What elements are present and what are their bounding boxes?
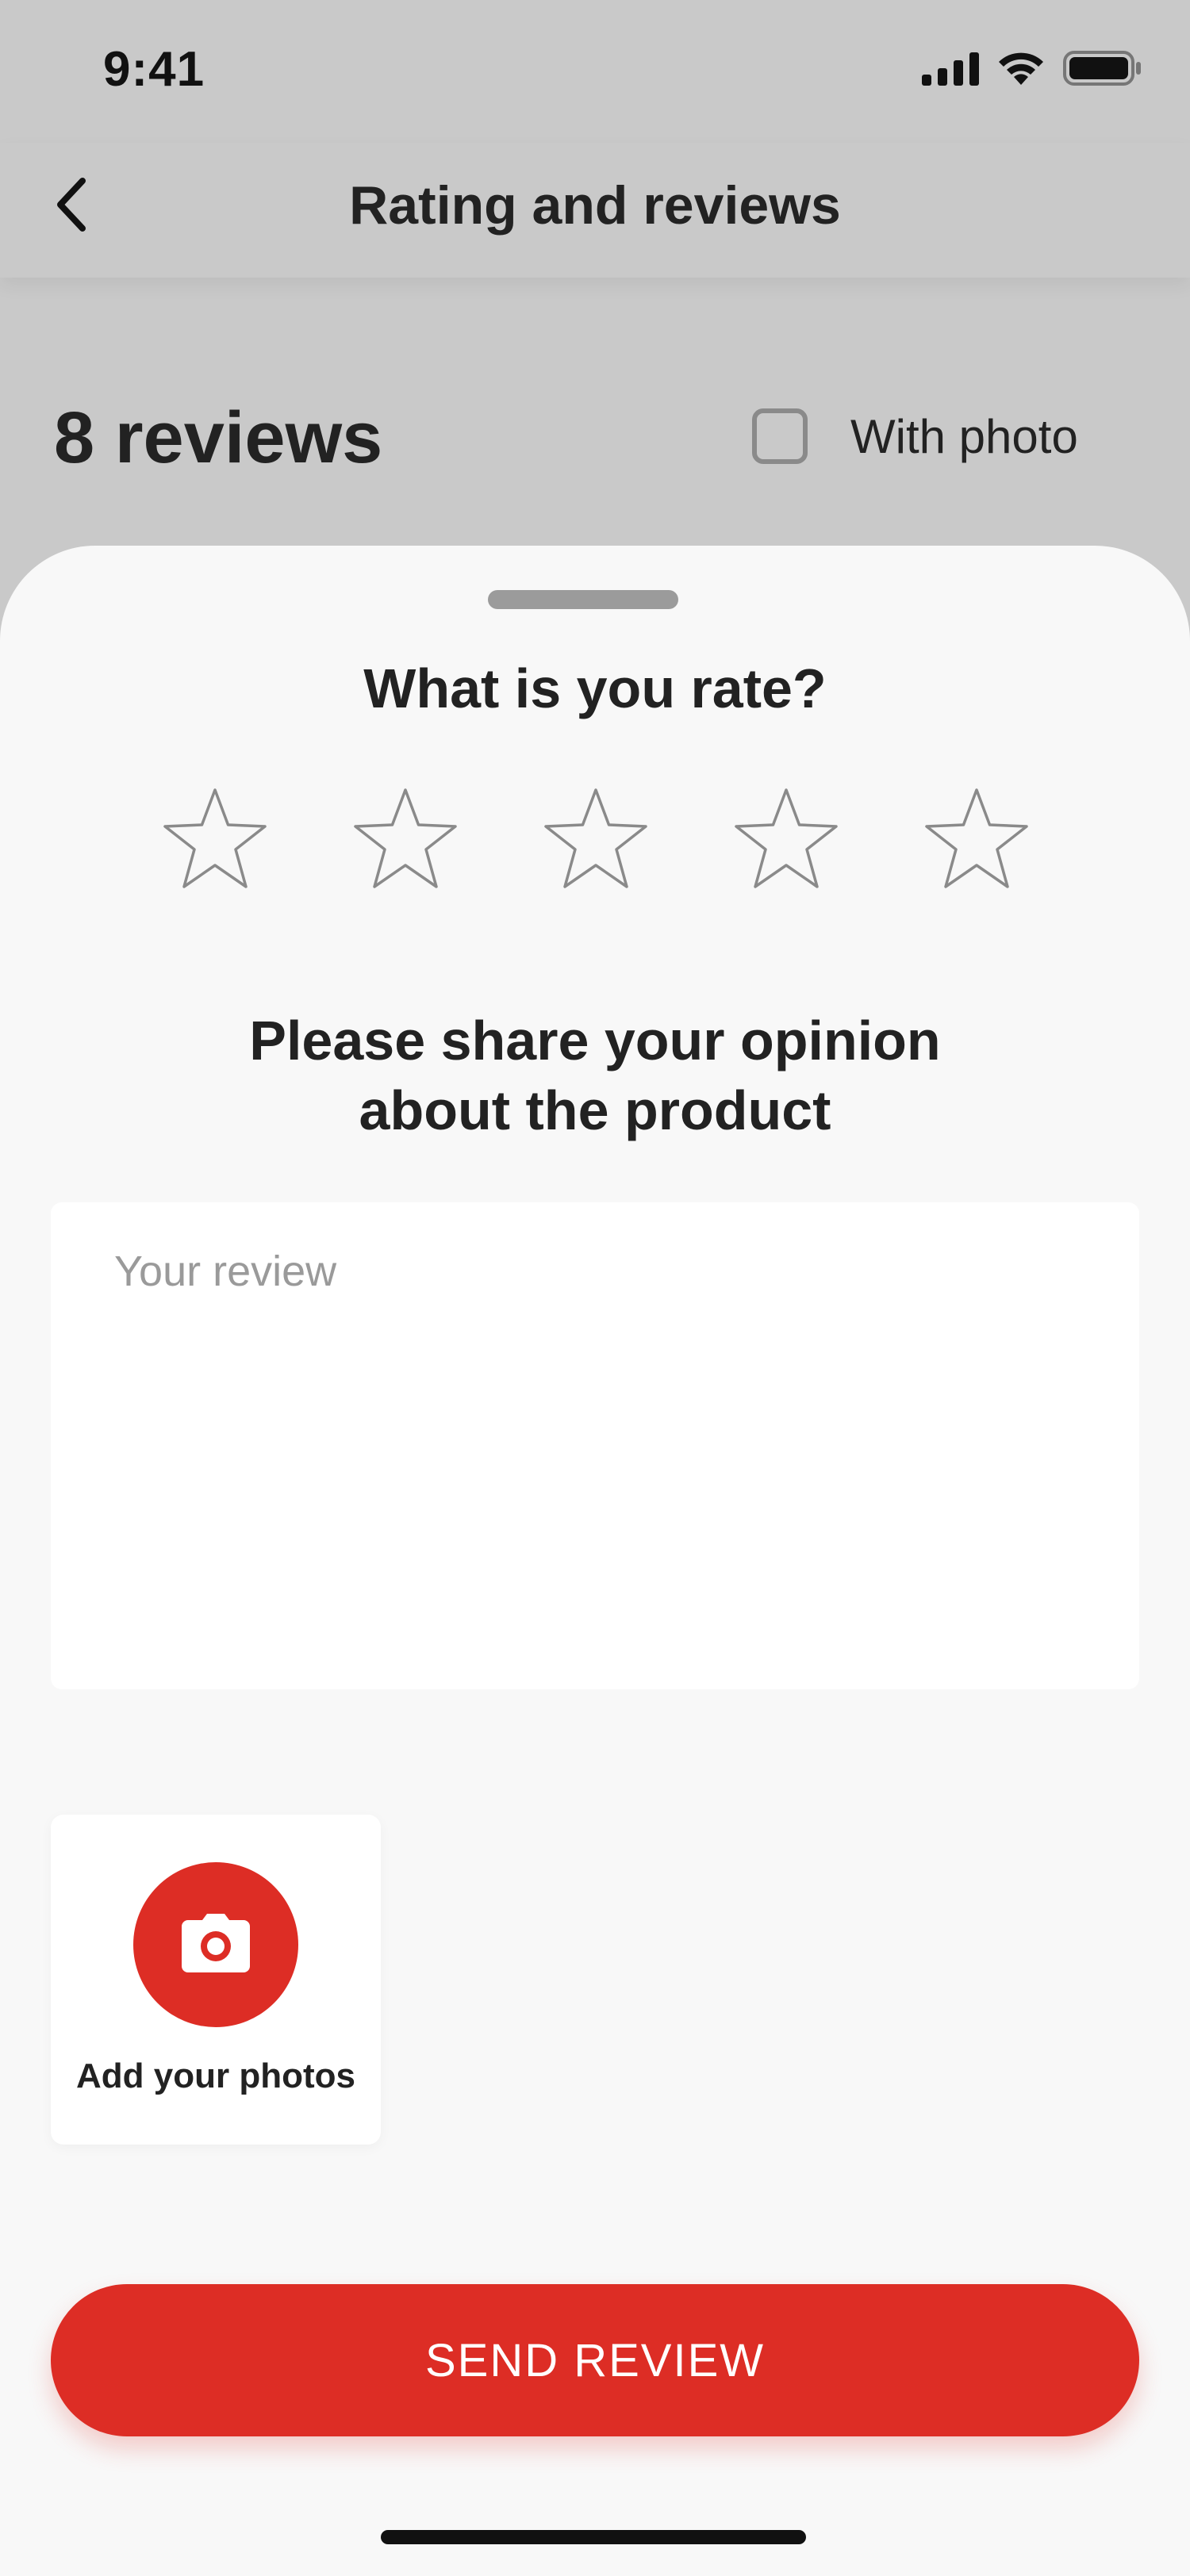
navigation-header: Rating and reviews (0, 143, 1190, 278)
with-photo-filter[interactable]: With photo (752, 408, 1078, 464)
add-photos-label: Add your photos (76, 2057, 355, 2095)
send-review-button[interactable]: SEND REVIEW (51, 2284, 1139, 2436)
reviews-count: 8 reviews (54, 397, 383, 478)
with-photo-checkbox[interactable] (752, 408, 808, 464)
camera-icon (180, 1912, 251, 1978)
opinion-heading: Please share your opinion about the prod… (0, 1006, 1190, 1145)
opinion-heading-line-1: Please share your opinion (249, 1010, 941, 1071)
star-icon-5[interactable] (917, 784, 1036, 903)
battery-icon (1063, 49, 1142, 91)
status-time: 9:41 (103, 42, 205, 97)
signal-icon (922, 51, 979, 90)
star-icon-2[interactable] (346, 784, 465, 903)
add-photos-button[interactable]: Add your photos (51, 1815, 381, 2145)
review-bottom-sheet: What is you rate? Please share your opin… (0, 546, 1190, 2576)
wifi-icon (996, 50, 1046, 90)
rate-heading: What is you rate? (363, 657, 827, 719)
star-icon-1[interactable] (155, 784, 274, 903)
opinion-heading-line-2: about the product (359, 1079, 831, 1141)
status-bar: 9:41 (0, 0, 1190, 143)
review-text-field[interactable] (51, 1202, 1139, 1689)
status-icons (922, 49, 1142, 91)
star-icon-4[interactable] (727, 784, 846, 903)
rating-reviews-screen: 9:41 Rating and reviews 8 reviews With p… (0, 0, 1190, 2576)
star-icon-3[interactable] (536, 784, 655, 903)
star-rating (0, 784, 1190, 903)
sheet-drag-handle[interactable] (488, 590, 678, 609)
page-title: Rating and reviews (349, 175, 841, 236)
home-indicator (381, 2530, 806, 2544)
camera-button-circle (133, 1862, 298, 2027)
with-photo-label: With photo (850, 409, 1078, 463)
